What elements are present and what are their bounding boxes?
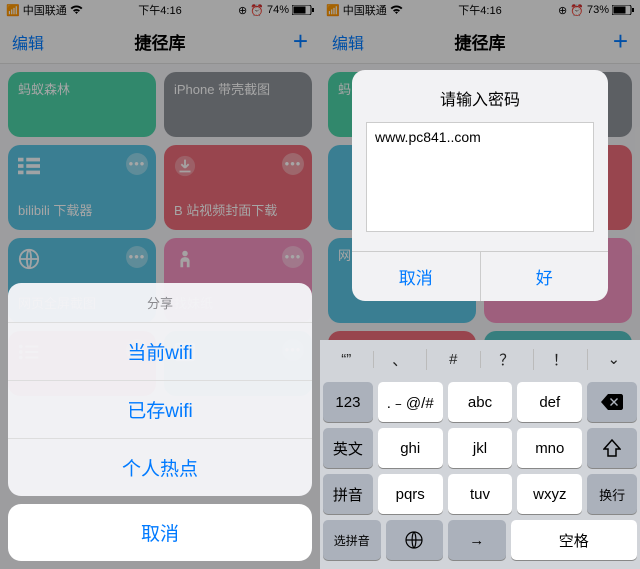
key-arrow[interactable]: →: [448, 520, 506, 560]
key-space[interactable]: 空格: [511, 520, 638, 560]
phone-right: 📶 中国联通 下午4:16 ⊕ ⏰ 73% 编辑 捷径库 + 蚂 网: [320, 0, 640, 569]
suggestion[interactable]: ！: [534, 349, 588, 370]
keyboard: “” 、 # ？ ！ ⌄ 123 .﹣@/# abc def 英文 ghi jk…: [320, 340, 640, 569]
sheet-option-saved-wifi[interactable]: 已存wifi: [8, 381, 312, 439]
suggestion[interactable]: #: [427, 351, 481, 368]
key-shift[interactable]: [587, 428, 637, 468]
suggestion[interactable]: 、: [374, 349, 428, 370]
backspace-icon: [601, 394, 623, 410]
key-mno[interactable]: mno: [517, 428, 582, 468]
key-english[interactable]: 英文: [323, 428, 373, 468]
key-select-pinyin[interactable]: 选拼音: [323, 520, 381, 560]
alert-title: 请输入密码: [352, 70, 608, 122]
key-globe[interactable]: [386, 520, 444, 560]
globe-icon: [405, 531, 423, 549]
alert-cancel-button[interactable]: 取消: [352, 252, 481, 301]
key-def[interactable]: def: [517, 382, 582, 422]
sheet-cancel-button[interactable]: 取消: [8, 504, 312, 561]
key-wxyz[interactable]: wxyz: [517, 474, 582, 514]
key-backspace[interactable]: [587, 382, 637, 422]
phone-left: 📶 中国联通 下午4:16 ⊕ ⏰ 74% 编辑 捷径库 + 蚂蚁森林 iPho…: [0, 0, 320, 569]
suggestion[interactable]: “”: [320, 351, 374, 368]
key-pqrs[interactable]: pqrs: [378, 474, 443, 514]
key-return[interactable]: 换行: [587, 474, 637, 514]
suggestion[interactable]: ？: [481, 349, 535, 370]
sheet-option-hotspot[interactable]: 个人热点: [8, 439, 312, 496]
key-symbols[interactable]: .﹣@/#: [378, 382, 443, 422]
key-jkl[interactable]: jkl: [448, 428, 513, 468]
suggestion[interactable]: ⌄: [588, 350, 640, 368]
key-123[interactable]: 123: [323, 382, 373, 422]
key-tuv[interactable]: tuv: [448, 474, 513, 514]
password-input[interactable]: [366, 122, 594, 232]
alert-ok-button[interactable]: 好: [481, 252, 609, 301]
key-ghi[interactable]: ghi: [378, 428, 443, 468]
password-alert: 请输入密码 取消 好: [352, 70, 608, 301]
shift-icon: [603, 439, 621, 457]
action-sheet: 分享 当前wifi 已存wifi 个人热点 取消: [8, 283, 312, 561]
key-pinyin[interactable]: 拼音: [323, 474, 373, 514]
sheet-option-current-wifi[interactable]: 当前wifi: [8, 323, 312, 381]
suggestion-bar: “” 、 # ？ ！ ⌄: [320, 340, 640, 378]
key-abc[interactable]: abc: [448, 382, 513, 422]
sheet-title: 分享: [8, 283, 312, 323]
